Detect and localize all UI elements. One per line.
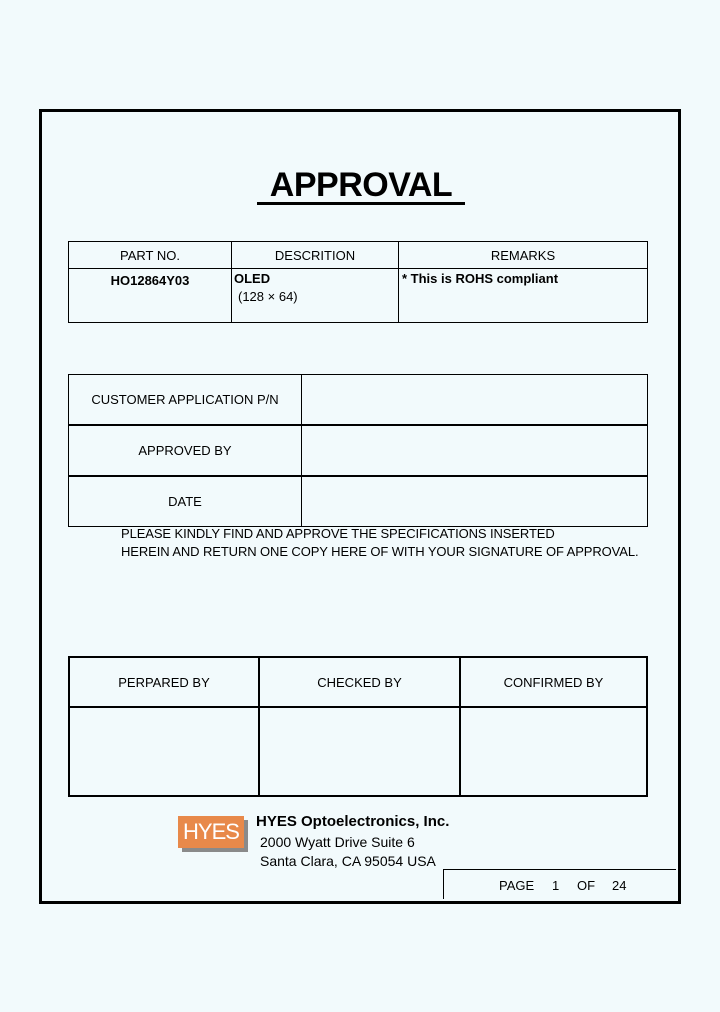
checked-by-signature[interactable] (258, 706, 461, 797)
customer-row: CUSTOMER APPLICATION P/N (68, 374, 648, 426)
customer-approval-table: CUSTOMER APPLICATION P/N APPROVED BY DAT… (68, 374, 648, 527)
approved-by-label: APPROVED BY (68, 424, 302, 477)
description-type: OLED (234, 271, 271, 286)
part-table-row: HO12864Y03 OLED (128 × 64) * This is ROH… (68, 268, 648, 323)
approval-note-line2: HEREIN AND RETURN ONE COPY HERE OF WITH … (121, 544, 639, 559)
remarks-value: * This is ROHS compliant (402, 271, 559, 286)
header-part-no: PART NO. (68, 241, 232, 269)
page-number-box: PAGE 1 OF 24 (443, 869, 676, 899)
confirmed-by-header: CONFIRMED BY (459, 656, 648, 708)
description-cell: OLED (128 × 64) (231, 268, 399, 323)
part-no-cell: HO12864Y03 (68, 268, 232, 323)
part-table-header-row: PART NO. DESCRITION REMARKS (68, 241, 648, 269)
checked-by-header: CHECKED BY (258, 656, 461, 708)
remarks-cell: * This is ROHS compliant (398, 268, 648, 323)
description-resolution: (128 × 64) (238, 289, 298, 304)
header-description: DESCRITION (231, 241, 399, 269)
customer-row: APPROVED BY (68, 424, 648, 477)
part-no-value: HO12864Y03 (110, 273, 190, 288)
approved-by-field[interactable] (301, 424, 648, 477)
prepared-by-signature[interactable] (68, 706, 260, 797)
date-label: DATE (68, 475, 302, 527)
header-remarks: REMARKS (398, 241, 648, 269)
date-field[interactable] (301, 475, 648, 527)
document-title: APPROVAL (269, 166, 453, 204)
customer-row: DATE (68, 475, 648, 527)
customer-pn-field[interactable] (301, 374, 648, 426)
signature-header-row: PERPARED BY CHECKED BY CONFIRMED BY (68, 656, 648, 708)
prepared-by-header: PERPARED BY (68, 656, 260, 708)
approval-note-line1: PLEASE KINDLY FIND AND APPROVE THE SPECI… (121, 526, 555, 541)
signature-row (68, 706, 648, 797)
company-address-line2: Santa Clara, CA 95054 USA (260, 853, 436, 869)
signature-table: PERPARED BY CHECKED BY CONFIRMED BY (68, 656, 648, 797)
confirmed-by-signature[interactable] (459, 706, 648, 797)
current-page: 1 (552, 878, 560, 893)
company-logo: HYES (178, 816, 244, 848)
company-name: HYES Optoelectronics, Inc. (256, 813, 450, 830)
customer-pn-label: CUSTOMER APPLICATION P/N (68, 374, 302, 426)
total-pages: 24 (612, 878, 627, 893)
of-label: OF (577, 878, 596, 893)
part-table: PART NO. DESCRITION REMARKS HO12864Y03 O… (68, 241, 648, 323)
title-underline (257, 202, 465, 205)
page-label: PAGE (499, 878, 535, 893)
company-address-line1: 2000 Wyatt Drive Suite 6 (260, 834, 415, 850)
